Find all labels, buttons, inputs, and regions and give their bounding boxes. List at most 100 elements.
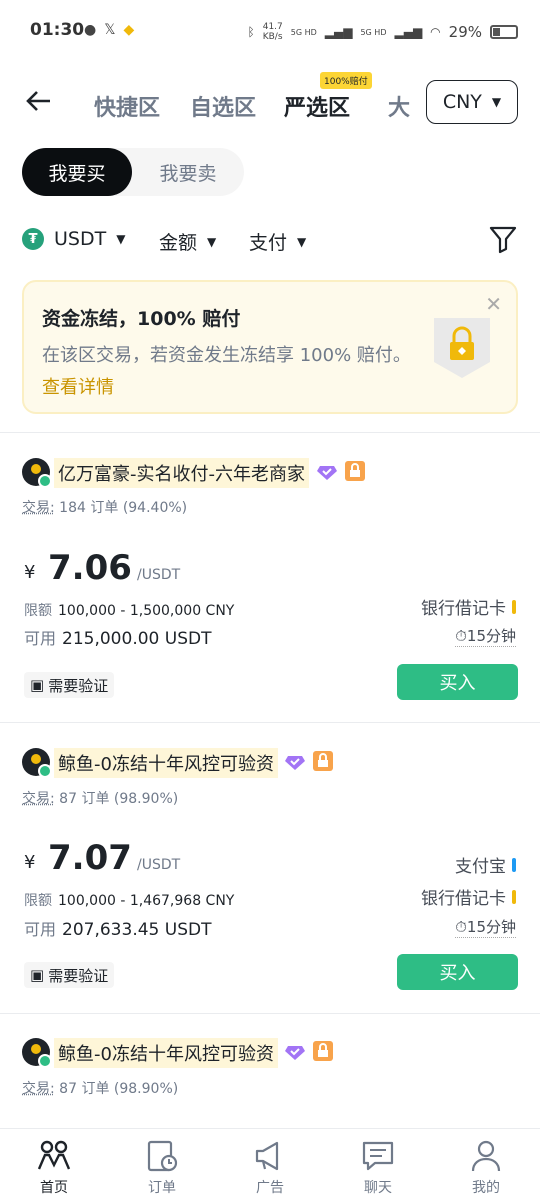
payment-filter[interactable]: 支付 ▼	[249, 228, 306, 255]
lock-badge-icon	[313, 751, 333, 771]
payment-method-name: 支付宝	[455, 857, 506, 877]
asset-filter[interactable]: ₮ USDT ▼	[22, 228, 125, 250]
limit-label: 限额	[24, 893, 52, 909]
nav-orders-label: 订单	[148, 1180, 176, 1196]
tab-quick[interactable]: 快捷区	[94, 90, 160, 122]
caret-down-icon: ▼	[207, 234, 217, 249]
price: 7.06	[48, 548, 132, 588]
compensation-tag: 100%赔付	[320, 72, 372, 89]
funnel-icon[interactable]	[488, 224, 518, 254]
order-count: 184	[59, 500, 86, 516]
nav-chat[interactable]: 聊天	[338, 1139, 418, 1197]
tab-selected[interactable]: 严选区	[284, 90, 350, 122]
verification-label: 需要验证	[48, 966, 109, 985]
divider	[0, 1013, 540, 1014]
lock-badge-icon	[345, 461, 365, 481]
wifi-icon: ◠	[430, 25, 441, 39]
notice-details-link[interactable]: 查看详情	[42, 377, 114, 398]
pay-time-value: 15分钟	[466, 627, 516, 645]
people-icon	[37, 1140, 71, 1170]
limit-row: 限额 100,000 - 1,500,000 CNY	[24, 600, 234, 620]
currency-value: CNY	[442, 91, 482, 113]
lock-badge-icon	[313, 1041, 333, 1061]
payment-method-name: 银行借记卡	[421, 599, 506, 619]
battery-icon	[490, 25, 518, 39]
nav-orders[interactable]: 订单	[122, 1139, 202, 1197]
divider	[0, 432, 540, 433]
notice-text: 在该区交易，若资金发生冻结享 100% 赔付。	[42, 345, 411, 366]
merchant-name[interactable]: 鲸鱼-0冻结十年风控可验资	[54, 1038, 278, 1068]
order-label: 订单	[81, 791, 110, 807]
tab-favorites[interactable]: 自选区	[190, 90, 256, 122]
trade-stats: 交易: 184 订单 (94.40%)	[22, 497, 187, 517]
net-speed-value: 41.7	[262, 22, 283, 32]
merchant-badges	[284, 1040, 334, 1062]
pay-time: ⏱15分钟	[455, 916, 516, 938]
buy-tab[interactable]: 我要买	[22, 148, 132, 196]
signal-bars-icon: ▂▄▆	[324, 25, 353, 39]
nav-profile[interactable]: 我的	[446, 1139, 526, 1197]
buy-button[interactable]: 买入	[397, 954, 518, 990]
nav-home[interactable]: 首页	[14, 1139, 94, 1197]
completion-rate: (98.90%)	[113, 1081, 179, 1097]
avatar[interactable]	[22, 458, 52, 488]
signal-2: 5G HD	[360, 27, 387, 37]
caret-down-icon: ▼	[116, 232, 126, 246]
buy-sell-toggle: 我要买 我要卖	[22, 148, 244, 196]
buy-button[interactable]: 买入	[397, 664, 518, 700]
currency-select[interactable]: CNY ▼	[426, 80, 518, 124]
trade-stats: 交易: 87 订单 (98.90%)	[22, 788, 178, 808]
notification-icons: ● 𝕏 ◆	[84, 22, 134, 38]
payment-color-bar	[512, 857, 516, 872]
trade-stats: 交易: 87 订单 (98.90%)	[22, 1078, 178, 1098]
limit-label: 限额	[24, 603, 52, 619]
merchant-name[interactable]: 亿万富豪-实名收付-六年老商家	[54, 458, 309, 488]
trade-label: 交易:	[22, 791, 55, 807]
available-value: 207,633.45 USDT	[62, 920, 212, 940]
price-row: 7.06 /USDT	[48, 548, 180, 588]
system-icons: ᛒ 41.7 KB/s 5G HD ▂▄▆ 5G HD ▂▄▆ ◠ 29%	[248, 22, 518, 42]
sell-tab[interactable]: 我要卖	[132, 148, 244, 196]
merchant-badges	[316, 460, 366, 482]
payment-filter-label: 支付	[249, 232, 288, 254]
order-label: 订单	[81, 1081, 110, 1097]
price-row: 7.07 /USDT	[48, 838, 180, 878]
x-icon: 𝕏	[104, 22, 116, 38]
merchant-name[interactable]: 鲸鱼-0冻结十年风控可验资	[54, 748, 278, 778]
notice-body: 在该区交易，若资金发生冻结享 100% 赔付。查看详情	[42, 340, 412, 404]
trade-label: 交易:	[22, 500, 55, 516]
order-count: 87	[59, 1081, 77, 1097]
status-bar: 01:30 ● 𝕏 ◆ ᛒ 41.7 KB/s 5G HD ▂▄▆ 5G HD …	[0, 0, 540, 64]
price-unit: /USDT	[136, 857, 181, 873]
caret-down-icon: ▼	[491, 95, 502, 109]
signal-1: 5G HD	[290, 27, 317, 37]
payment-method: 银行借记卡	[421, 594, 516, 619]
nav-ads[interactable]: 广告	[230, 1139, 310, 1197]
close-icon[interactable]: ✕	[485, 292, 502, 316]
amount-filter[interactable]: 金额 ▼	[159, 228, 216, 255]
order-count: 87	[59, 791, 77, 807]
avatar[interactable]	[22, 1038, 52, 1068]
verification-tag: ▣ 需要验证	[24, 672, 115, 698]
diamond-badge-icon	[317, 466, 337, 480]
shield-lock-icon	[434, 318, 490, 378]
limit-row: 限额 100,000 - 1,467,968 CNY	[24, 890, 234, 910]
trade-label: 交易:	[22, 1081, 55, 1097]
avatar[interactable]	[22, 748, 52, 778]
caret-down-icon: ▼	[297, 234, 307, 249]
nav-home-label: 首页	[40, 1180, 68, 1196]
megaphone-icon	[255, 1141, 279, 1171]
battery-percent: 29%	[448, 23, 482, 41]
payment-method: 银行借记卡	[421, 884, 516, 909]
id-card-icon: ▣	[30, 676, 45, 694]
timer-icon: ⏱	[455, 627, 467, 645]
verification-label: 需要验证	[48, 676, 109, 695]
tether-icon: ₮	[22, 228, 44, 250]
available-row: 可用 215,000.00 USDT	[24, 625, 211, 649]
compensation-notice: 资金冻结，100% 赔付 在该区交易，若资金发生冻结享 100% 赔付。查看详情…	[22, 280, 518, 414]
tab-block[interactable]: 大	[388, 90, 410, 122]
available-value: 215,000.00 USDT	[62, 629, 212, 649]
bottom-nav: 首页 订单 广告 聊天 我的	[0, 1128, 540, 1200]
completion-rate: (94.40%)	[122, 500, 188, 516]
back-arrow-icon[interactable]	[24, 86, 56, 118]
